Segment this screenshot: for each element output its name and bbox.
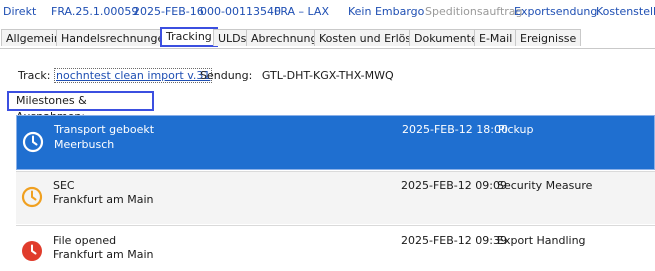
- tab-handelsrechnungen[interactable]: Handelsrechnungen: [56, 29, 177, 46]
- header-speditionsauftrag[interactable]: Speditionsauftrag: [425, 5, 523, 18]
- milestone-event: Pickup: [498, 123, 534, 136]
- milestone-event: Security Measure: [497, 179, 593, 192]
- header-embargo[interactable]: Kein Embargo: [348, 5, 424, 18]
- clock-icon: [22, 131, 44, 153]
- milestone-place: Meerbusch: [54, 138, 115, 151]
- header-awb: 000-00113540: [200, 5, 281, 18]
- milestone-item[interactable]: File opened Frankfurt am Main 2025-FEB-1…: [16, 225, 655, 271]
- milestone-title: SEC: [53, 179, 75, 192]
- milestone-item[interactable]: SEC Frankfurt am Main 2025-FEB-12 09:09 …: [16, 171, 655, 224]
- track-label: Track:: [18, 69, 51, 82]
- milestone-event: Export Handling: [497, 234, 586, 247]
- header-exportsendung[interactable]: Exportsendung: [514, 5, 597, 18]
- header-bar: Direkt FRA.25.1.00059 2025-FEB-16 000-00…: [0, 0, 655, 26]
- milestone-item[interactable]: Transport geboekt Meerbusch 2025-FEB-12 …: [16, 115, 655, 170]
- milestone-title: File opened: [53, 234, 117, 247]
- milestone-timestamp: 2025-FEB-12 18:00: [402, 123, 508, 136]
- clock-icon: [22, 241, 42, 261]
- clock-icon: [21, 186, 43, 208]
- tab-tracking[interactable]: Tracking: [160, 27, 218, 47]
- track-row: Track: nochntest clean import v.31: [18, 68, 213, 83]
- tab-kosten-und-erloese[interactable]: Kosten und Erlöse: [314, 29, 423, 46]
- tab-bar: Allgemein Handelsrechnungen Tracking ULD…: [0, 27, 655, 49]
- header-ref: FRA.25.1.00059: [51, 5, 139, 18]
- header-direkt: Direkt: [3, 5, 37, 18]
- milestone-title: Transport geboekt: [54, 123, 155, 136]
- tab-email[interactable]: E-Mail: [474, 29, 518, 46]
- milestone-place: Frankfurt am Main: [53, 193, 154, 206]
- milestone-place: Frankfurt am Main: [53, 248, 154, 261]
- tab-ereignisse[interactable]: Ereignisse: [515, 29, 582, 46]
- tab-dokumente[interactable]: Dokumente: [409, 29, 483, 46]
- milestones-section-title: Milestones & Ausnahmen:: [7, 91, 154, 123]
- tab-abrechnung[interactable]: Abrechnung: [246, 29, 323, 46]
- sendung-value: GTL-DHT-KGX-THX-MWQ: [261, 69, 394, 82]
- sendung-row: Sendung: GTL-DHT-KGX-THX-MWQ: [200, 69, 394, 82]
- track-link[interactable]: nochntest clean import v.31: [54, 68, 213, 83]
- header-route: FRA – LAX: [274, 5, 329, 18]
- milestone-timestamp: 2025-FEB-12 09:39: [401, 234, 507, 247]
- header-date: 2025-FEB-16: [133, 5, 204, 18]
- sendung-label: Sendung:: [200, 69, 253, 82]
- milestone-list: Transport geboekt Meerbusch 2025-FEB-12 …: [16, 115, 655, 271]
- milestone-timestamp: 2025-FEB-12 09:09: [401, 179, 507, 192]
- header-kostenstelle[interactable]: Kostenstelle: [596, 5, 655, 18]
